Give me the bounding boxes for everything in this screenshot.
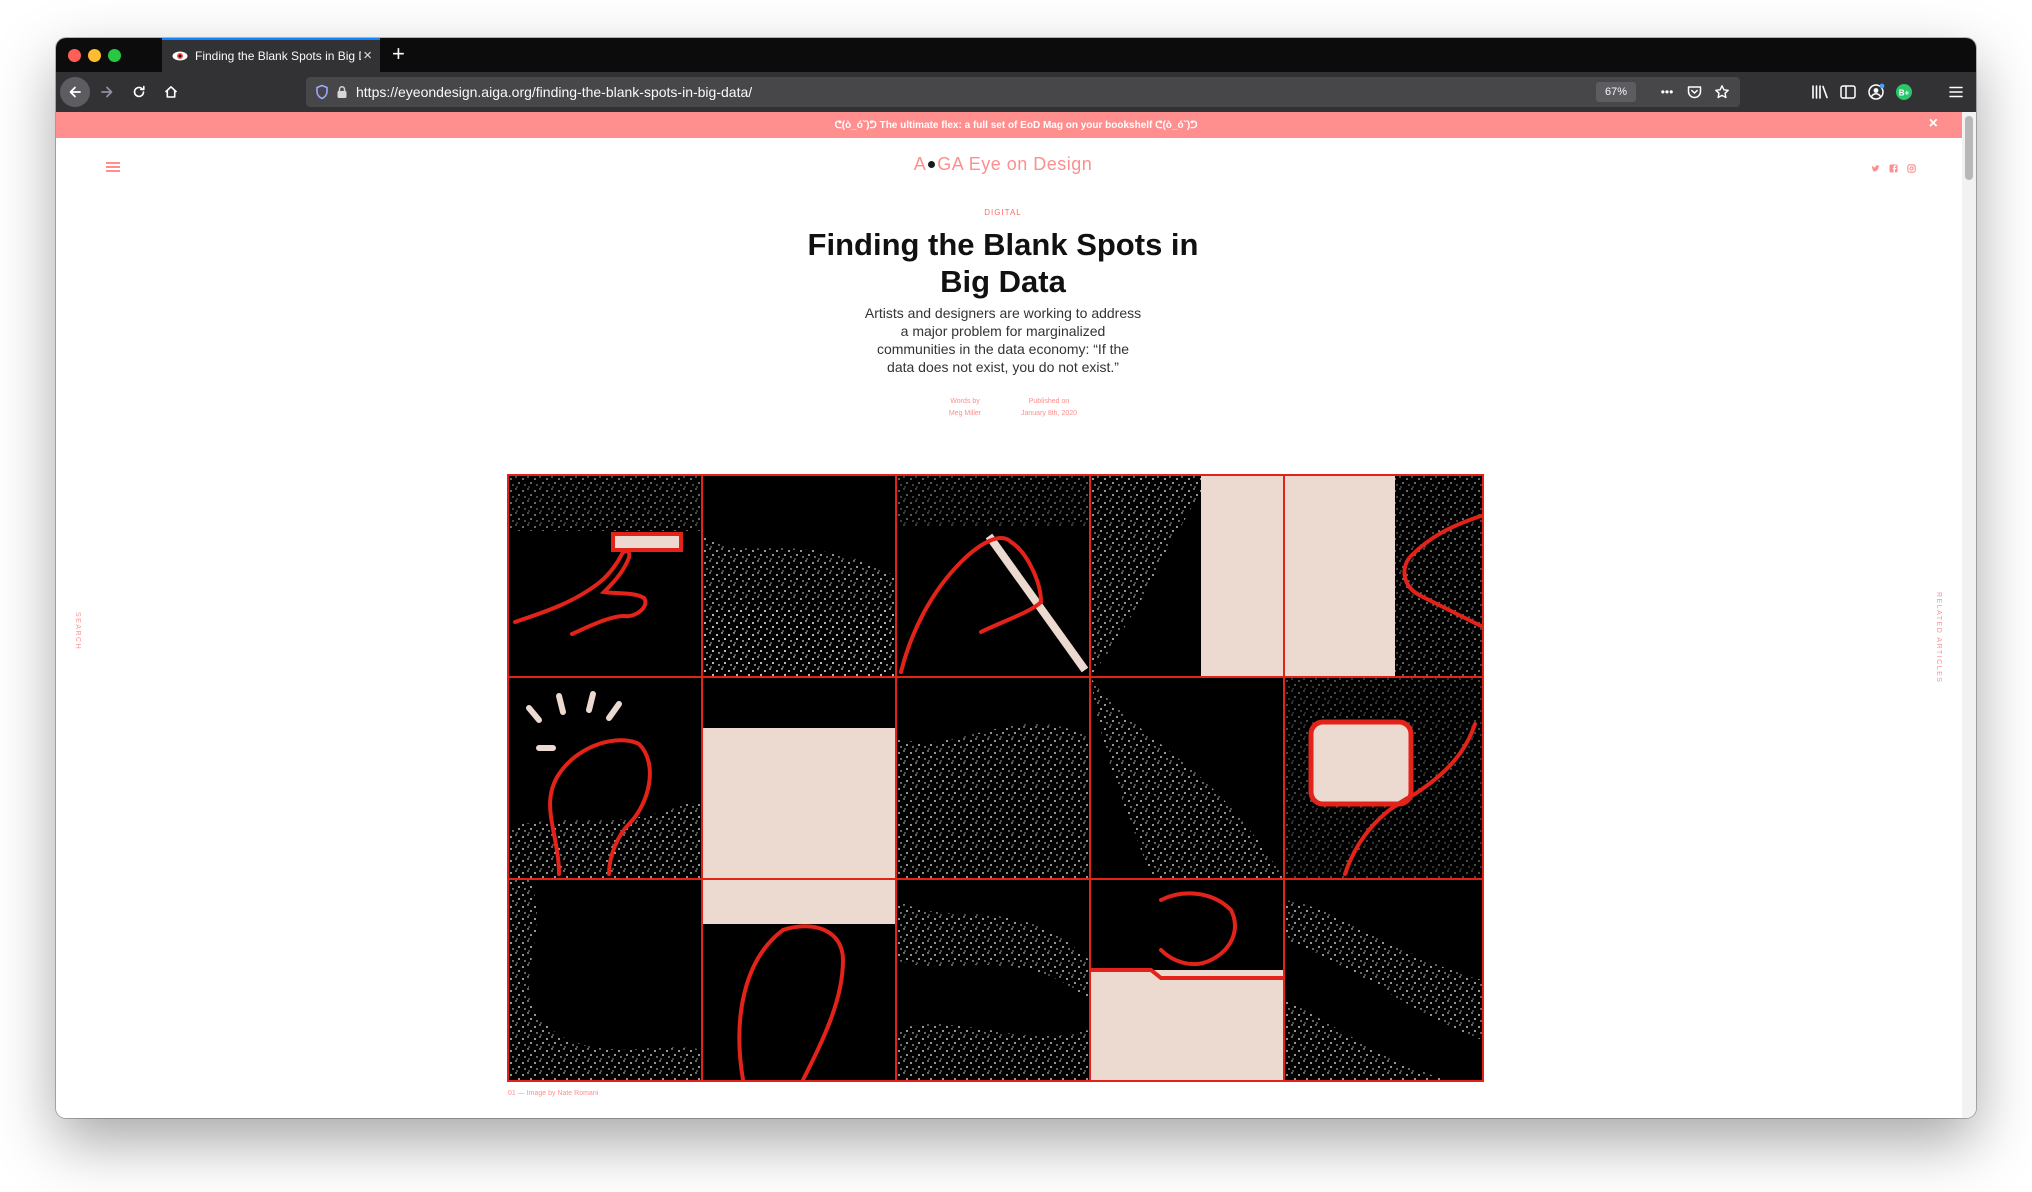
tile-texture-5 [507, 878, 703, 1082]
search-link[interactable]: SEARCH [74, 612, 81, 650]
forward-button[interactable] [92, 77, 122, 107]
tile-texture-1 [701, 474, 897, 678]
bookmark-star-icon[interactable] [1712, 82, 1732, 102]
article-standfirst: Artists and designers are working to add… [864, 305, 1142, 375]
tile-blank-paper [701, 676, 897, 880]
forward-arrow-icon [101, 86, 113, 98]
new-tab-button[interactable]: + [392, 42, 405, 66]
back-arrow-icon [69, 86, 81, 98]
twitter-icon[interactable] [1871, 160, 1880, 172]
hand-on-folder-icon [1091, 891, 1283, 980]
navigation-toolbar: https://eyeondesign.aiga.org/finding-the… [56, 72, 1976, 112]
blank-paper [1201, 476, 1283, 676]
article-category[interactable]: DIGITAL [56, 208, 1950, 217]
logo-a: A [913, 154, 927, 174]
extension-badge-icon[interactable]: B+ [1894, 82, 1914, 102]
lock-icon[interactable] [332, 82, 352, 102]
tile-texture-7 [1283, 878, 1484, 1082]
words-by-label: Words by [950, 398, 980, 405]
promo-banner[interactable]: ᕦ(ò_óˇ)ᕤ The ultimate flex: a full set o… [56, 112, 1976, 138]
promo-banner-text[interactable]: ᕦ(ò_óˇ)ᕤ The ultimate flex: a full set o… [834, 120, 1197, 131]
library-icon[interactable] [1810, 82, 1830, 102]
home-icon [164, 86, 178, 98]
related-articles-link[interactable]: RELATED ARTICLES [1935, 592, 1942, 683]
pocket-icon[interactable] [1684, 82, 1704, 102]
tile-texture-4 [1089, 676, 1285, 880]
eye-icon [172, 50, 188, 62]
hand-holding-stick-icon [897, 476, 1089, 674]
site-logo[interactable]: A GA Eye on Design [56, 154, 1950, 175]
pointing-hand-icon [509, 476, 701, 636]
url-text[interactable]: https://eyeondesign.aiga.org/finding-the… [356, 84, 752, 100]
tile-hand-with-stick [895, 474, 1091, 678]
page-actions-menu-icon[interactable]: ••• [1657, 82, 1677, 102]
dotted-terrain-texture [897, 723, 1089, 878]
reload-icon [133, 85, 145, 98]
logo-dot-icon [928, 160, 936, 168]
tile-texture-6 [895, 878, 1091, 1082]
tile-hand-with-phone [1283, 676, 1484, 880]
browser-window: Finding the Blank Spots in Big Data × + … [56, 38, 1976, 1118]
account-icon[interactable] [1866, 82, 1886, 102]
tab-title: Finding the Blank Spots in Big Data [195, 49, 361, 63]
publish-info: Published on January 8th, 2020 [1004, 396, 1094, 420]
scrollbar[interactable] [1962, 112, 1976, 1118]
tile-hand-on-folder [1089, 878, 1285, 1082]
image-caption: 01 — Image by Nate Romani [508, 1090, 599, 1097]
scrollbar-thumb[interactable] [1965, 116, 1973, 180]
web-page: ᕦ(ò_óˇ)ᕤ The ultimate flex: a full set o… [56, 112, 1976, 1118]
published-label: Published on [1028, 398, 1070, 405]
tile-pointing-hand [507, 474, 703, 678]
home-button[interactable] [156, 77, 186, 107]
tile-texture-3 [895, 676, 1091, 880]
tracking-protection-shield-icon[interactable] [312, 82, 332, 102]
byline: Words by Meg Miller [933, 396, 997, 420]
article-title: Finding the Blank Spots in Big Data [807, 227, 1199, 299]
tab-strip: Finding the Blank Spots in Big Data × + [56, 38, 1976, 72]
hand-holding-paper-icon [1395, 476, 1482, 676]
logo-ga: GA [937, 154, 964, 174]
tile-hand-holding-paper-2 [701, 878, 897, 1082]
author-link[interactable]: Meg Miller [933, 408, 997, 420]
reload-button[interactable] [124, 77, 154, 107]
dotted-terrain-texture [509, 880, 701, 1080]
sidebar-icon[interactable] [1838, 82, 1858, 102]
hand-icon [737, 924, 846, 1080]
dotted-terrain-texture [1285, 900, 1482, 1080]
logo-eye-on-design: Eye on Design [968, 154, 1093, 174]
blank-paper [703, 728, 895, 878]
close-window-button[interactable] [68, 49, 81, 62]
tile-texture-2 [1089, 474, 1285, 678]
tile-hand-holding-paper [1283, 474, 1484, 678]
tile-raised-fist [507, 676, 703, 880]
address-bar[interactable]: https://eyeondesign.aiga.org/finding-the… [306, 77, 1740, 107]
raised-fist-icon [509, 691, 701, 878]
back-button[interactable] [60, 77, 90, 107]
dotted-terrain-texture [703, 536, 895, 676]
tab-active[interactable]: Finding the Blank Spots in Big Data × [162, 38, 380, 72]
extension-badge-text: B+ [1899, 89, 1910, 98]
zoom-level-badge[interactable]: 67% [1596, 82, 1636, 102]
zoom-window-button[interactable] [108, 49, 121, 62]
hand-holding-phone-icon [1285, 678, 1482, 878]
instagram-icon[interactable] [1907, 160, 1916, 173]
published-date: January 8th, 2020 [1020, 410, 1078, 417]
dotted-terrain-texture [897, 900, 1089, 1080]
banner-close-icon[interactable]: × [1929, 116, 1938, 132]
dotted-terrain-texture [1091, 678, 1283, 878]
social-links [1871, 160, 1916, 173]
minimize-window-button[interactable] [88, 49, 101, 62]
hero-illustration [507, 474, 1484, 1082]
tab-close-icon[interactable]: × [363, 48, 372, 63]
hamburger-menu-icon[interactable] [1946, 82, 1966, 102]
facebook-icon[interactable] [1889, 160, 1898, 173]
